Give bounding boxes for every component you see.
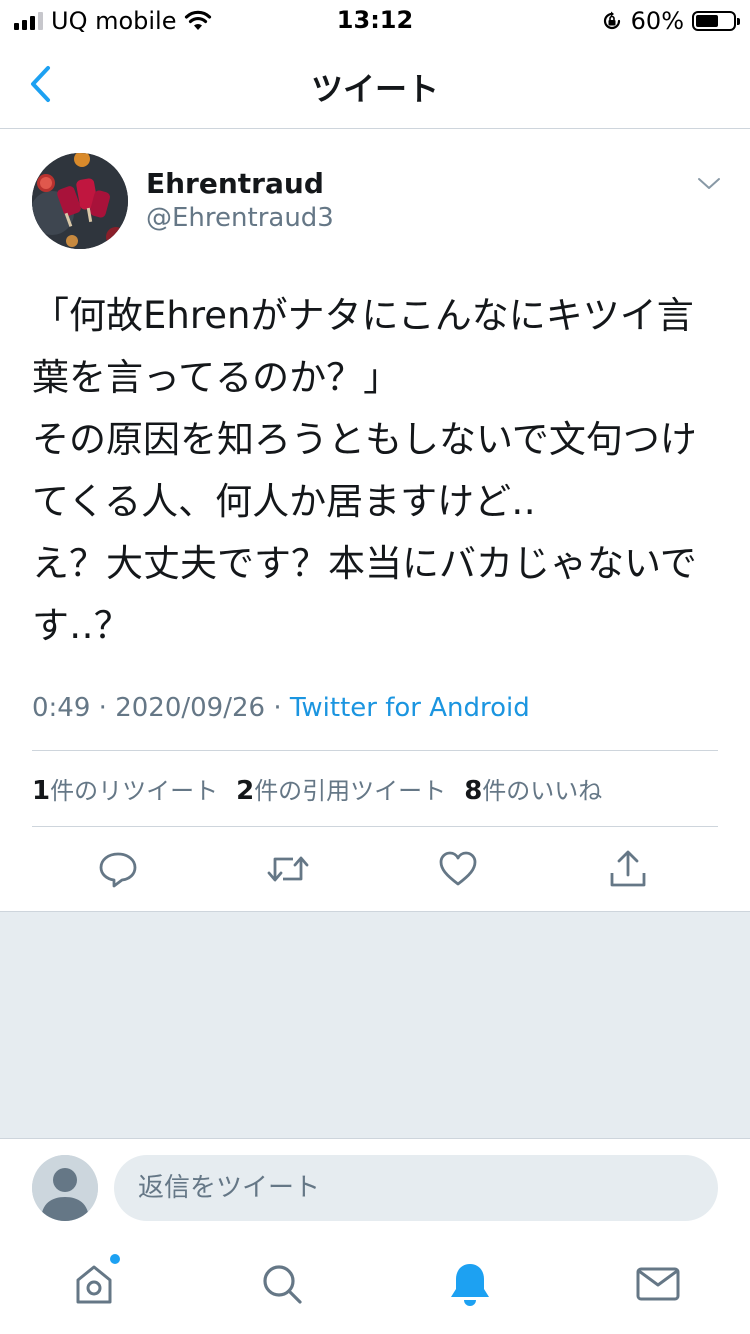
tweet-stats: 1件のリツイート 2件の引用ツイート 8件のいいね bbox=[32, 771, 602, 806]
battery-percent: 60% bbox=[630, 7, 684, 35]
nav-bar: ツイート bbox=[0, 40, 750, 129]
like-button[interactable] bbox=[436, 847, 480, 891]
search-icon bbox=[263, 1265, 302, 1304]
author-avatar[interactable] bbox=[32, 153, 128, 249]
tab-home[interactable] bbox=[70, 1254, 120, 1308]
tab-search[interactable] bbox=[258, 1260, 306, 1308]
default-avatar-icon bbox=[32, 1155, 98, 1221]
meta-separator: · bbox=[273, 693, 290, 723]
heart-icon bbox=[439, 851, 477, 886]
likes-stat[interactable]: 8件のいいね bbox=[464, 771, 602, 806]
retweet-button[interactable] bbox=[266, 847, 310, 891]
user-avatar[interactable] bbox=[32, 1155, 98, 1221]
tab-notifications[interactable] bbox=[446, 1260, 494, 1308]
tweet-text: 「何故Ehrenがナタにこんなにキツイ言葉を言ってるのか？」 その原因を知ろうと… bbox=[32, 294, 697, 647]
tweet-menu-button[interactable] bbox=[696, 171, 722, 197]
reply-icon bbox=[99, 852, 137, 888]
meta-separator: · bbox=[98, 693, 116, 723]
chevron-down-icon bbox=[698, 178, 720, 189]
page-title: ツイート bbox=[310, 70, 439, 108]
tweet-date: 2020/09/26 bbox=[115, 693, 266, 723]
orientation-lock-icon bbox=[603, 11, 620, 30]
author-name[interactable]: Ehrentraud bbox=[146, 167, 324, 200]
quotes-stat[interactable]: 2件の引用ツイート bbox=[236, 771, 446, 806]
share-icon bbox=[610, 850, 646, 887]
reply-button[interactable] bbox=[96, 847, 140, 891]
reply-bar bbox=[0, 1138, 750, 1237]
messages-icon bbox=[636, 1267, 680, 1301]
avatar-image bbox=[32, 153, 128, 249]
notifications-icon bbox=[451, 1264, 489, 1306]
share-button[interactable] bbox=[606, 847, 650, 891]
retweets-label: 件のリツイート bbox=[50, 777, 219, 805]
quotes-count: 2 bbox=[236, 776, 255, 806]
tweet-source-link[interactable]: Twitter for Android bbox=[290, 693, 530, 723]
reply-input[interactable] bbox=[114, 1155, 718, 1221]
new-content-dot bbox=[110, 1254, 120, 1264]
retweet-icon bbox=[267, 856, 309, 882]
tweet-actions bbox=[0, 829, 750, 911]
tweet-time: 0:49 bbox=[32, 693, 91, 723]
author-handle[interactable]: @Ehrentraud3 bbox=[146, 203, 334, 233]
tweet-detail: Ehrentraud @Ehrentraud3 「何故Ehrenがナタにこんなに… bbox=[0, 129, 750, 911]
divider bbox=[32, 750, 718, 751]
retweets-stat[interactable]: 1件のリツイート bbox=[32, 771, 218, 806]
battery-icon bbox=[692, 11, 740, 31]
retweets-count: 1 bbox=[32, 776, 51, 806]
status-right: 60% bbox=[601, 6, 740, 36]
tweet-meta: 0:49 · 2020/09/26 · Twitter for Android bbox=[32, 693, 530, 723]
tab-bar bbox=[0, 1236, 750, 1334]
likes-count: 8 bbox=[464, 776, 483, 806]
status-bar: UQ mobile 13:12 60% bbox=[0, 0, 750, 40]
divider bbox=[32, 826, 718, 827]
home-icon bbox=[76, 1265, 112, 1304]
tab-messages[interactable] bbox=[634, 1260, 682, 1308]
replies-area bbox=[0, 911, 750, 1139]
likes-label: 件のいいね bbox=[482, 777, 603, 805]
quotes-label: 件の引用ツイート bbox=[254, 777, 447, 805]
